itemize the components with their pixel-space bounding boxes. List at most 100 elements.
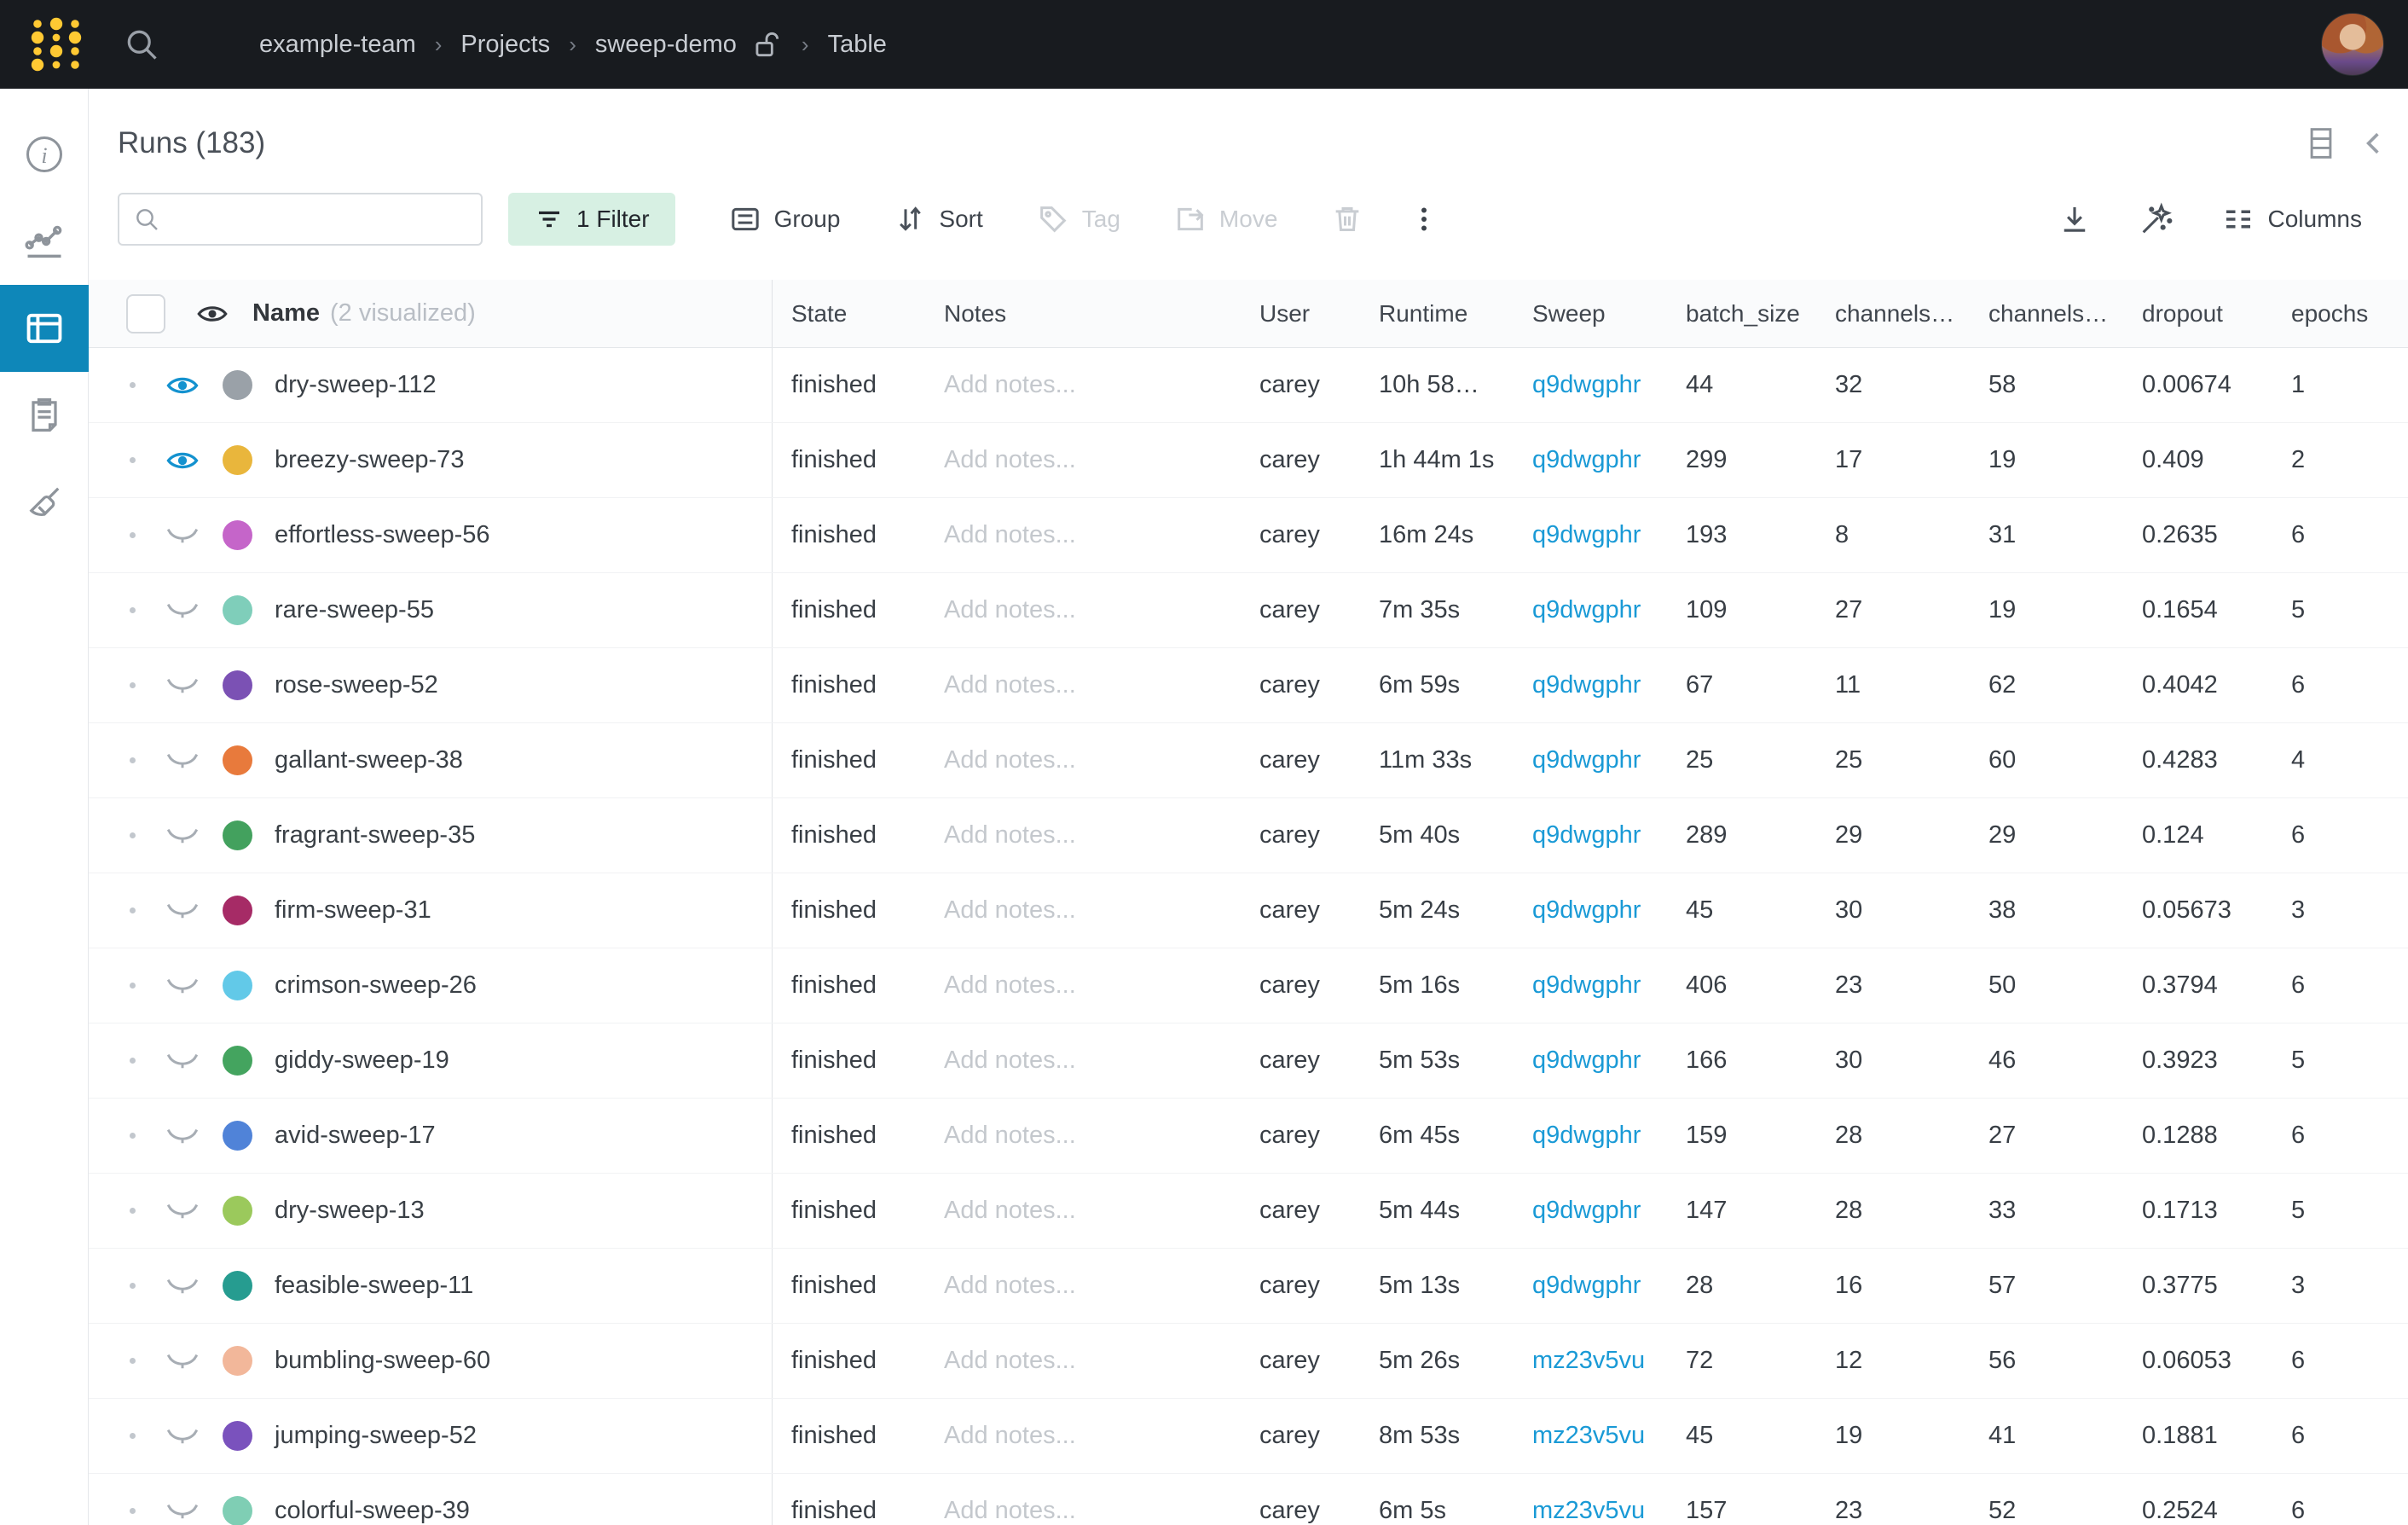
run-name-link[interactable]: colorful-sweep-39 — [275, 1497, 470, 1525]
drag-handle[interactable] — [130, 1283, 136, 1289]
drag-handle[interactable] — [130, 532, 136, 538]
run-name-link[interactable]: firm-sweep-31 — [275, 896, 431, 925]
column-header-channels-2[interactable]: channels… — [1970, 300, 2123, 328]
run-notes-field[interactable]: Add notes... — [925, 1497, 1241, 1525]
run-name-link[interactable]: rose-sweep-52 — [275, 671, 438, 699]
run-notes-field[interactable]: Add notes... — [925, 596, 1241, 624]
run-notes-field[interactable]: Add notes... — [925, 1272, 1241, 1300]
visibility-toggle[interactable] — [163, 1342, 202, 1380]
visibility-toggle[interactable] — [163, 667, 202, 705]
run-name-link[interactable]: dry-sweep-13 — [275, 1197, 425, 1225]
visibility-toggle[interactable] — [163, 742, 202, 780]
move-button[interactable]: Move — [1173, 202, 1277, 236]
autovisualize-button[interactable] — [2137, 200, 2176, 239]
run-notes-field[interactable]: Add notes... — [925, 1197, 1241, 1225]
visibility-toggle[interactable] — [163, 1192, 202, 1230]
sidebar-item-table[interactable] — [0, 285, 89, 372]
columns-button[interactable]: Columns — [2220, 201, 2362, 237]
run-sweep-link[interactable]: q9dwgphr — [1514, 1197, 1667, 1225]
column-header-runtime[interactable]: Runtime — [1360, 300, 1514, 328]
run-sweep-link[interactable]: q9dwgphr — [1514, 896, 1667, 925]
visibility-toggle[interactable] — [163, 1418, 202, 1455]
breadcrumb-page[interactable]: Table — [828, 31, 887, 59]
drag-handle[interactable] — [130, 983, 136, 989]
sort-button[interactable]: Sort — [893, 202, 982, 236]
breadcrumb-team[interactable]: example-team — [259, 31, 416, 59]
drag-handle[interactable] — [130, 1208, 136, 1214]
run-name-link[interactable]: effortless-sweep-56 — [275, 521, 490, 549]
visibility-toggle[interactable] — [163, 442, 202, 479]
run-sweep-link[interactable]: q9dwgphr — [1514, 596, 1667, 624]
run-name-link[interactable]: breezy-sweep-73 — [275, 446, 464, 474]
sidebar-item-charts[interactable] — [0, 198, 89, 285]
run-sweep-link[interactable]: q9dwgphr — [1514, 746, 1667, 774]
sidebar-item-sweeps[interactable] — [0, 459, 89, 546]
column-header-channels-1[interactable]: channels… — [1816, 300, 1970, 328]
filter-button[interactable]: 1 Filter — [508, 193, 675, 246]
run-sweep-link[interactable]: q9dwgphr — [1514, 446, 1667, 474]
run-sweep-link[interactable]: q9dwgphr — [1514, 971, 1667, 1000]
column-header-user[interactable]: User — [1241, 300, 1360, 328]
run-notes-field[interactable]: Add notes... — [925, 1047, 1241, 1075]
visibility-toggle[interactable] — [163, 1117, 202, 1155]
run-notes-field[interactable]: Add notes... — [925, 746, 1241, 774]
column-header-name[interactable]: Name — [252, 299, 320, 328]
run-name-link[interactable]: giddy-sweep-19 — [275, 1047, 449, 1075]
run-notes-field[interactable]: Add notes... — [925, 896, 1241, 925]
run-sweep-link[interactable]: q9dwgphr — [1514, 821, 1667, 849]
visibility-toggle[interactable] — [163, 967, 202, 1005]
visibility-toggle[interactable] — [163, 1493, 202, 1525]
run-sweep-link[interactable]: q9dwgphr — [1514, 1122, 1667, 1150]
run-notes-field[interactable]: Add notes... — [925, 1122, 1241, 1150]
breadcrumb-project[interactable]: sweep-demo — [595, 31, 737, 59]
eye-icon[interactable] — [194, 296, 230, 332]
export-button[interactable] — [2057, 201, 2093, 237]
visibility-toggle[interactable] — [163, 517, 202, 554]
run-name-link[interactable]: feasible-sweep-11 — [275, 1272, 473, 1300]
column-header-epochs[interactable]: epochs — [2272, 300, 2408, 328]
run-name-link[interactable]: fragrant-sweep-35 — [275, 821, 475, 849]
run-notes-field[interactable]: Add notes... — [925, 821, 1241, 849]
run-name-link[interactable]: jumping-sweep-52 — [275, 1422, 477, 1450]
column-header-notes[interactable]: Notes — [925, 300, 1241, 328]
visibility-toggle[interactable] — [163, 592, 202, 629]
wandb-logo-icon[interactable] — [24, 12, 89, 77]
run-name-link[interactable]: gallant-sweep-38 — [275, 746, 463, 774]
visibility-toggle[interactable] — [163, 1042, 202, 1080]
run-notes-field[interactable]: Add notes... — [925, 371, 1241, 399]
run-name-link[interactable]: crimson-sweep-26 — [275, 971, 477, 1000]
runs-search-box[interactable] — [118, 193, 483, 246]
drag-handle[interactable] — [130, 907, 136, 913]
run-name-link[interactable]: dry-sweep-112 — [275, 371, 437, 399]
visibility-toggle[interactable] — [163, 817, 202, 855]
run-sweep-link[interactable]: q9dwgphr — [1514, 1272, 1667, 1300]
visibility-toggle[interactable] — [163, 892, 202, 930]
drag-handle[interactable] — [130, 682, 136, 688]
drag-handle[interactable] — [130, 607, 136, 613]
run-sweep-link[interactable]: mz23v5vu — [1514, 1422, 1667, 1450]
tag-button[interactable]: Tag — [1036, 202, 1120, 236]
run-sweep-link[interactable]: q9dwgphr — [1514, 1047, 1667, 1075]
run-name-link[interactable]: avid-sweep-17 — [275, 1122, 436, 1150]
run-notes-field[interactable]: Add notes... — [925, 521, 1241, 549]
select-all-checkbox[interactable] — [126, 294, 165, 333]
delete-button[interactable] — [1330, 202, 1364, 236]
run-notes-field[interactable]: Add notes... — [925, 971, 1241, 1000]
column-header-state[interactable]: State — [773, 300, 925, 328]
run-notes-field[interactable]: Add notes... — [925, 1422, 1241, 1450]
run-name-link[interactable]: rare-sweep-55 — [275, 596, 434, 624]
run-sweep-link[interactable]: mz23v5vu — [1514, 1347, 1667, 1375]
sidebar-item-logs[interactable] — [0, 372, 89, 459]
drag-handle[interactable] — [130, 1358, 136, 1364]
drag-handle[interactable] — [130, 1058, 136, 1064]
run-sweep-link[interactable]: q9dwgphr — [1514, 521, 1667, 549]
more-actions-button[interactable] — [1409, 202, 1439, 236]
run-sweep-link[interactable]: mz23v5vu — [1514, 1497, 1667, 1525]
drag-handle[interactable] — [130, 832, 136, 838]
collapse-panel-button[interactable] — [2360, 128, 2386, 159]
visibility-toggle[interactable] — [163, 1267, 202, 1305]
drag-handle[interactable] — [130, 1133, 136, 1139]
run-sweep-link[interactable]: q9dwgphr — [1514, 671, 1667, 699]
drag-handle[interactable] — [130, 457, 136, 463]
drag-handle[interactable] — [130, 757, 136, 763]
